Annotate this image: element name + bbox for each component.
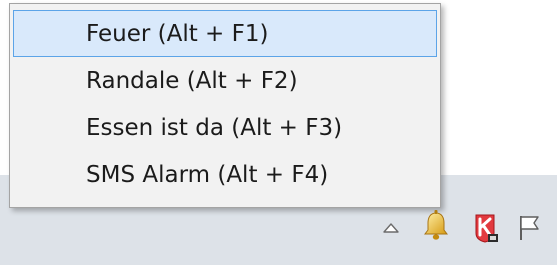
context-menu: Feuer (Alt + F1) Randale (Alt + F2) Esse… [9,3,441,208]
menu-item-label: Randale (Alt + F2) [86,68,298,94]
flag-icon[interactable] [514,207,544,247]
menu-item-essen-ist-da[interactable]: Essen ist da (Alt + F3) [13,104,437,151]
kaspersky-icon[interactable] [468,207,502,247]
menu-item-label: Feuer (Alt + F1) [86,21,269,47]
chevron-up-icon[interactable] [381,207,401,247]
menu-item-sms-alarm[interactable]: SMS Alarm (Alt + F4) [13,151,437,198]
menu-item-label: SMS Alarm (Alt + F4) [86,162,329,188]
bell-icon[interactable] [420,207,452,247]
menu-item-label: Essen ist da (Alt + F3) [86,115,343,141]
menu-item-feuer[interactable]: Feuer (Alt + F1) [13,10,437,57]
menu-item-randale[interactable]: Randale (Alt + F2) [13,57,437,104]
